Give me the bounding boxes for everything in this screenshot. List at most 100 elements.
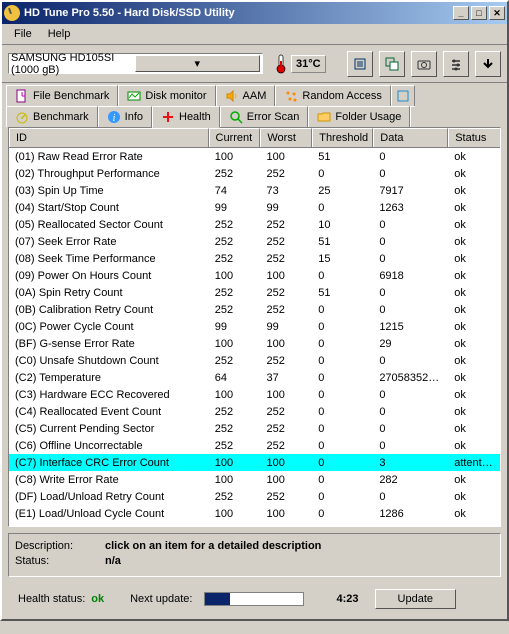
tab-extra-overflow[interactable]: [391, 85, 415, 106]
table-row[interactable]: (C3) Hardware ECC Recovered10010000ok: [9, 386, 500, 403]
dropdown-icon[interactable]: ▾: [135, 55, 261, 72]
cell: 0: [373, 354, 448, 368]
cell: 252: [261, 405, 313, 419]
tab-random-access[interactable]: Random Access: [275, 85, 390, 106]
cell: 1263: [373, 201, 448, 215]
cell: (03) Spin Up Time: [9, 184, 209, 198]
cell: 100: [261, 473, 313, 487]
cell: 0: [373, 439, 448, 453]
table-row[interactable]: (0B) Calibration Retry Count25225200ok: [9, 301, 500, 318]
close-button[interactable]: ✕: [489, 6, 505, 20]
options-button[interactable]: [443, 51, 469, 77]
table-row[interactable]: (04) Start/Stop Count999901263ok: [9, 199, 500, 216]
cell: 73: [261, 184, 313, 198]
cell: (C3) Hardware ECC Recovered: [9, 388, 209, 402]
cell: 25: [312, 184, 373, 198]
col-threshold[interactable]: Threshold: [312, 128, 373, 147]
cell: 252: [261, 252, 313, 266]
health-status-value: ok: [91, 593, 104, 605]
cell: 74: [209, 184, 261, 198]
menubar: File Help: [2, 24, 507, 45]
cell: ok: [448, 371, 500, 385]
menu-help[interactable]: Help: [40, 26, 79, 42]
cell: 0: [373, 167, 448, 181]
col-current[interactable]: Current: [209, 128, 261, 147]
cell: (C7) Interface CRC Error Count: [9, 456, 209, 470]
table-row[interactable]: (05) Reallocated Sector Count252252100ok: [9, 216, 500, 233]
tab-error-scan[interactable]: Error Scan: [220, 106, 309, 127]
table-row[interactable]: (E1) Load/Unload Cycle Count10010001286o…: [9, 505, 500, 522]
cell: ok: [448, 286, 500, 300]
cell: 252: [209, 439, 261, 453]
col-id[interactable]: ID: [9, 128, 209, 147]
cell: ok: [448, 303, 500, 317]
table-row[interactable]: (C2) Temperature64370270583529...ok: [9, 369, 500, 386]
cell: ok: [448, 405, 500, 419]
cell: 51: [312, 286, 373, 300]
table-row[interactable]: (01) Raw Read Error Rate100100510ok: [9, 148, 500, 165]
cell: 1215: [373, 320, 448, 334]
tab-info[interactable]: iInfo: [98, 106, 152, 127]
table-row[interactable]: (02) Throughput Performance25225200ok: [9, 165, 500, 182]
col-worst[interactable]: Worst: [260, 128, 312, 147]
table-row[interactable]: (03) Spin Up Time7473257917ok: [9, 182, 500, 199]
cell: 0: [373, 286, 448, 300]
cell: attention: [448, 456, 500, 470]
tab-disk-monitor[interactable]: Disk monitor: [118, 85, 215, 106]
cell: 100: [261, 150, 313, 164]
cell: 100: [261, 337, 313, 351]
copy-screenshot-button[interactable]: [379, 51, 405, 77]
cell: 0: [312, 490, 373, 504]
col-status[interactable]: Status: [448, 128, 500, 147]
tab-file-benchmark[interactable]: File Benchmark: [6, 85, 118, 106]
titlebar[interactable]: HD Tune Pro 5.50 - Hard Disk/SSD Utility…: [2, 2, 507, 24]
screenshot-button[interactable]: [411, 51, 437, 77]
table-row[interactable]: (09) Power On Hours Count10010006918ok: [9, 267, 500, 284]
tab-benchmark[interactable]: Benchmark: [6, 106, 98, 127]
tab-folder-usage[interactable]: Folder Usage: [308, 106, 410, 127]
temperature-value: 31°C: [291, 55, 326, 73]
svg-text:i: i: [112, 113, 115, 124]
menu-file[interactable]: File: [6, 26, 40, 42]
table-row[interactable]: (C8) Write Error Rate1001000282ok: [9, 471, 500, 488]
cell: 0: [312, 337, 373, 351]
cell: 270583529...: [373, 371, 448, 385]
cell: 0: [373, 490, 448, 504]
table-row[interactable]: (08) Seek Time Performance252252150ok: [9, 250, 500, 267]
table-row[interactable]: (C5) Current Pending Sector25225200ok: [9, 420, 500, 437]
cell: 0: [312, 320, 373, 334]
cell: 99: [261, 320, 313, 334]
table-row[interactable]: (07) Seek Error Rate252252510ok: [9, 233, 500, 250]
cell: 100: [261, 456, 313, 470]
col-data[interactable]: Data: [373, 128, 448, 147]
table-row[interactable]: (0A) Spin Retry Count252252510ok: [9, 284, 500, 301]
cell: (0A) Spin Retry Count: [9, 286, 209, 300]
cell: 0: [373, 405, 448, 419]
tab-overflow-2[interactable]: [410, 106, 415, 127]
table-row[interactable]: (0C) Power Cycle Count999901215ok: [9, 318, 500, 335]
cell: (C0) Unsafe Shutdown Count: [9, 354, 209, 368]
cell: 0: [312, 354, 373, 368]
drive-select[interactable]: SAMSUNG HD105SI (1000 gB) ▾: [8, 53, 263, 74]
cell: (01) Raw Read Error Rate: [9, 150, 209, 164]
table-row[interactable]: (C7) Interface CRC Error Count10010003at…: [9, 454, 500, 471]
save-button[interactable]: [475, 51, 501, 77]
table-row[interactable]: (BF) G-sense Error Rate100100029ok: [9, 335, 500, 352]
cell: 10: [312, 218, 373, 232]
minimize-button[interactable]: _: [453, 6, 469, 20]
update-button[interactable]: Update: [375, 589, 456, 609]
table-row[interactable]: (C6) Offline Uncorrectable25225200ok: [9, 437, 500, 454]
tab-aam[interactable]: AAM: [216, 85, 276, 106]
cell: 0: [373, 150, 448, 164]
tab-health[interactable]: Health: [152, 106, 220, 128]
maximize-button[interactable]: □: [471, 6, 487, 20]
table-row[interactable]: (DF) Load/Unload Retry Count25225200ok: [9, 488, 500, 505]
cell: 100: [261, 388, 313, 402]
cell: 252: [261, 303, 313, 317]
copy-info-button[interactable]: [347, 51, 373, 77]
table-row[interactable]: (C4) Reallocated Event Count25225200ok: [9, 403, 500, 420]
table-row[interactable]: (C0) Unsafe Shutdown Count25225200ok: [9, 352, 500, 369]
cell: 0: [373, 235, 448, 249]
cell: 0: [373, 303, 448, 317]
cell: 6918: [373, 269, 448, 283]
